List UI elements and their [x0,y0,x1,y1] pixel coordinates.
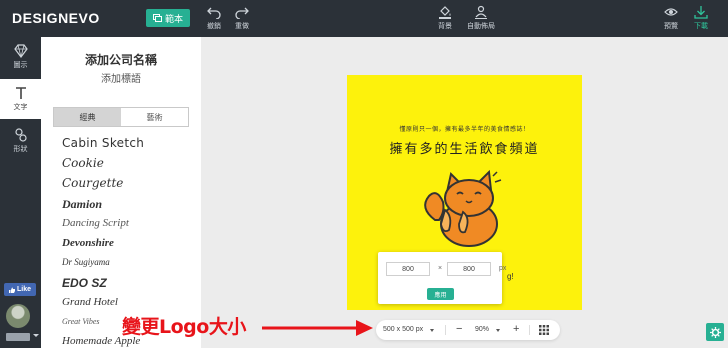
height-input[interactable] [447,262,491,276]
facebook-like-button[interactable]: Like [4,283,36,296]
chevron-down-icon[interactable] [430,329,434,332]
font-item[interactable]: Cookie [62,156,104,170]
apply-button[interactable]: 應用 [427,288,454,300]
template-label: 範本 [164,13,183,24]
rail-item-shape[interactable]: 形狀 [0,121,41,161]
eye-icon [664,8,678,16]
background-label: 背景 [438,23,452,30]
font-item[interactable]: Cabin Sketch [62,136,144,150]
rail-item-text[interactable]: 文字 [0,79,41,119]
canvas-size-popup: × px 應用 [378,252,506,304]
left-rail: 圖示 文字 形狀 Like [0,37,41,348]
text-t-icon [15,87,26,99]
font-item[interactable]: Dr Sugiyama [62,257,110,267]
preview-button[interactable]: 預覽 [656,5,686,33]
auto-layout-button[interactable]: 自動佈局 [464,5,498,33]
width-input[interactable] [386,262,430,276]
diamond-icon [13,44,28,58]
divider [529,325,530,335]
user-avatar[interactable] [6,304,30,328]
settings-button[interactable] [706,323,724,341]
unit-label: px [499,265,507,272]
paint-bucket-icon [439,6,451,19]
font-category-tabs: 經典 藝術 [53,107,189,127]
annotation-text: 變更Logo大小 [122,316,246,338]
account-menu[interactable] [6,333,30,341]
rail-item-icon[interactable]: 圖示 [0,37,41,77]
canvas-size-dropdown[interactable]: 500 x 500 px [383,326,423,333]
download-button[interactable]: 下載 [686,5,716,33]
undo-label: 撤銷 [207,23,221,30]
undo-icon [207,7,221,19]
font-item[interactable]: Damion [62,197,102,212]
text-panel: 添加公司名稱 添加標語 經典 藝術 Cabin Sketch Cookie Co… [41,37,201,348]
times-symbol: × [438,265,443,272]
shapes-icon [14,128,27,142]
redo-label: 重做 [235,23,249,30]
tab-classic[interactable]: 經典 [54,108,121,126]
font-item[interactable]: Courgette [62,176,123,190]
undo-button[interactable]: 撤銷 [199,5,229,33]
zoom-in-button[interactable]: + [513,323,519,335]
rail-shape-label: 形狀 [13,146,28,153]
chevron-down-icon[interactable] [33,334,39,337]
person-layout-icon [475,5,487,19]
zoom-level-dropdown[interactable]: 90% [475,326,489,333]
preview-label: 預覽 [664,23,678,30]
chevron-down-icon[interactable] [496,329,500,332]
cat-illustration[interactable] [417,168,507,250]
rail-text-label: 文字 [13,104,28,111]
download-icon [694,6,708,19]
top-toolbar: DESIGNEVO 範本 撤銷 重做 背景 自動佈局 預覽 下載 [0,0,728,37]
tab-artistic[interactable]: 藝術 [121,108,188,126]
font-item[interactable]: Grand Hotel [62,296,118,308]
logo-title[interactable]: 擁有多的生活飲食頻道 [347,138,582,157]
thumbs-up-icon [8,287,15,293]
add-company-name[interactable]: 添加公司名稱 [41,51,201,68]
redo-button[interactable]: 重做 [227,5,257,33]
logo-slogan[interactable]: 懂原則只一個，擁有最多半年的美食情感誌！ [347,124,582,133]
redo-icon [235,7,249,19]
logo-partial-text[interactable]: g! [507,272,514,281]
font-item[interactable]: Great Vibes [62,317,100,326]
gear-icon [709,326,721,338]
divider [445,325,446,335]
zoom-out-button[interactable]: − [456,323,462,335]
template-icon [152,14,162,22]
font-item[interactable]: Devonshire [62,237,114,249]
background-button[interactable]: 背景 [430,5,460,33]
download-label: 下載 [694,23,708,30]
font-item[interactable]: Dancing Script [62,217,129,229]
font-item[interactable]: EDO SZ [62,276,107,290]
rail-icon-label: 圖示 [13,62,28,69]
like-label: Like [16,286,31,293]
grid-icon[interactable] [539,325,549,335]
auto-layout-label: 自動佈局 [467,23,495,30]
app-logo[interactable]: DESIGNEVO [12,10,100,26]
add-slogan[interactable]: 添加標語 [41,70,201,85]
annotation-arrow-icon [262,320,373,336]
canvas-zoom-bar: 500 x 500 px − 90% + [376,320,560,340]
template-button[interactable]: 範本 [146,9,190,27]
